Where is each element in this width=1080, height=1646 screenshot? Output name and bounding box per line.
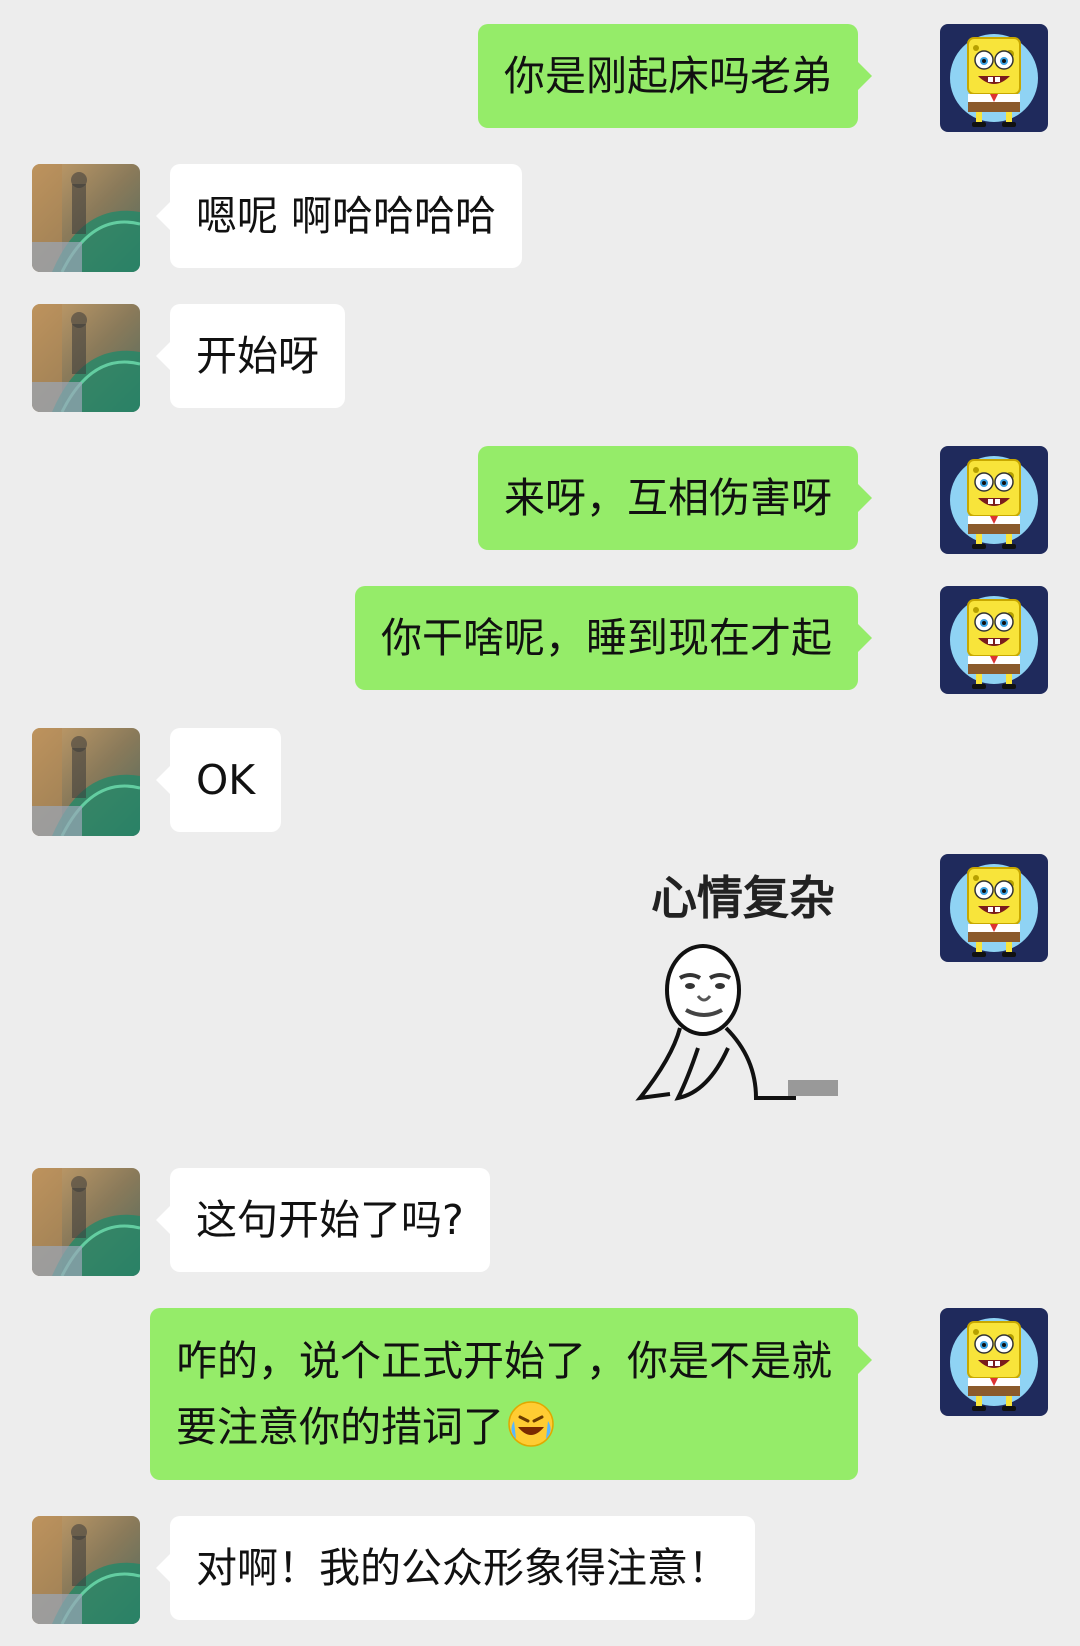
message-row: OK: [0, 728, 1080, 836]
message-bubble[interactable]: 开始呀: [156, 304, 345, 408]
message-bubble[interactable]: 来呀，互相伤害呀: [478, 446, 872, 550]
message-row: 你是刚起床吗老弟: [0, 24, 1080, 132]
message-row: 你干啥呢，睡到现在才起: [0, 586, 1080, 694]
message-row: 嗯呢 啊哈哈哈哈: [0, 164, 1080, 272]
message-text: 你干啥呢，睡到现在才起: [381, 614, 832, 662]
message-row: 心情复杂: [0, 854, 1080, 1138]
message-bubble[interactable]: 你是刚起床吗老弟: [478, 24, 872, 128]
message-bubble[interactable]: 对啊！我的公众形象得注意！: [156, 1516, 755, 1620]
meme-face-figure-icon: [635, 944, 838, 1101]
message-bubble[interactable]: OK: [156, 728, 282, 832]
message-text: 来呀，互相伤害呀: [504, 474, 832, 522]
message-text-line-2: 要注意你的措词了: [176, 1394, 832, 1460]
message-row: 这句开始了吗?: [0, 1168, 1080, 1276]
message-text: 开始呀: [196, 332, 319, 380]
message-text: 你是刚起床吗老弟: [504, 52, 832, 100]
message-row: 咋的，说个正式开始了，你是不是就 要注意你的措词了: [0, 1308, 1080, 1484]
spongebob-avatar-icon[interactable]: [940, 446, 1048, 554]
contact-avatar-icon[interactable]: [32, 164, 140, 272]
message-text: 嗯呢 啊哈哈哈哈: [196, 192, 497, 240]
spongebob-avatar-icon[interactable]: [940, 1308, 1048, 1416]
message-row: 对啊！我的公众形象得注意！: [0, 1516, 1080, 1624]
message-text: 这句开始了吗?: [196, 1196, 464, 1244]
message-text-line: 咋的，说个正式开始了，你是不是就: [176, 1337, 832, 1385]
spongebob-avatar-icon[interactable]: [940, 24, 1048, 132]
chat-window: 你是刚起床吗老弟 嗯呢 啊哈哈哈哈 开始呀 来呀，互相伤害呀 你干啥呢，睡到现在…: [0, 0, 1080, 1646]
message-row: 开始呀: [0, 304, 1080, 412]
contact-avatar-icon[interactable]: [32, 1516, 140, 1624]
sticker-caption: 心情复杂: [651, 871, 835, 925]
rolling-laughing-emoji-icon: [508, 1401, 554, 1447]
contact-avatar-icon[interactable]: [32, 1168, 140, 1276]
message-bubble[interactable]: 你干啥呢，睡到现在才起: [355, 586, 872, 690]
message-text: OK: [196, 756, 256, 804]
message-bubble[interactable]: 这句开始了吗?: [156, 1168, 490, 1272]
message-bubble[interactable]: 咋的，说个正式开始了，你是不是就 要注意你的措词了: [150, 1308, 872, 1480]
message-row: 来呀，互相伤害呀: [0, 446, 1080, 554]
contact-avatar-icon[interactable]: [32, 728, 140, 836]
message-text: 对啊！我的公众形象得注意！: [196, 1544, 729, 1592]
contact-avatar-icon[interactable]: [32, 304, 140, 412]
message-bubble[interactable]: 嗯呢 啊哈哈哈哈: [156, 164, 523, 268]
spongebob-avatar-icon[interactable]: [940, 854, 1048, 962]
spongebob-avatar-icon[interactable]: [940, 586, 1048, 694]
sticker-message[interactable]: 心情复杂: [628, 868, 858, 1128]
